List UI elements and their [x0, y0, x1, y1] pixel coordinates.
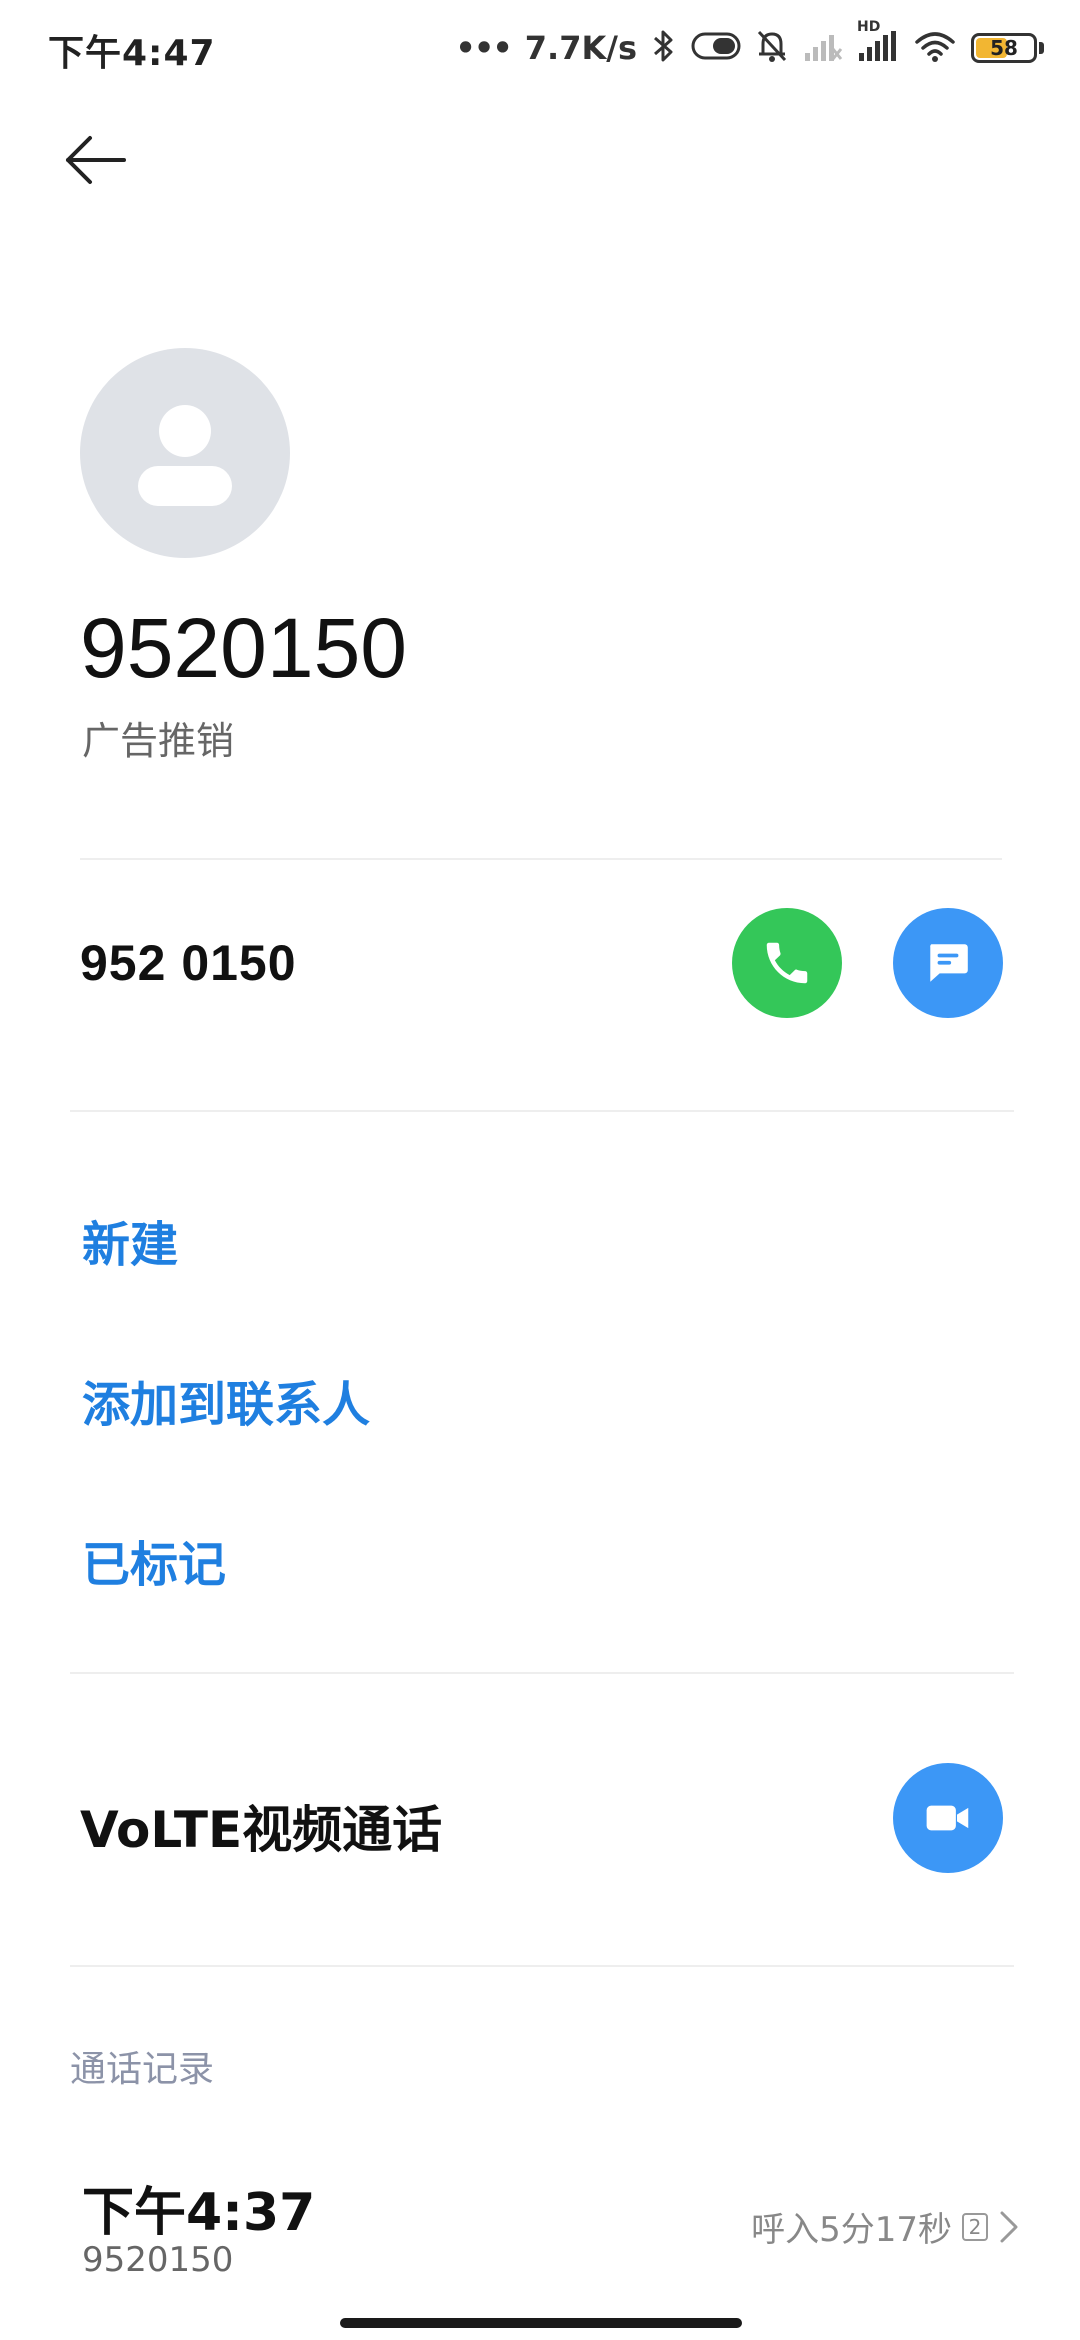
- battery-indicator: 58: [971, 33, 1044, 63]
- more-dots: •••: [455, 29, 512, 67]
- message-button[interactable]: [893, 908, 1003, 1018]
- hd-label: HD: [857, 19, 881, 35]
- home-indicator[interactable]: [340, 2318, 742, 2328]
- network-speed: 7.7K/s: [524, 29, 637, 67]
- chevron-right-icon: [1000, 2211, 1018, 2242]
- add-to-contacts-action[interactable]: 添加到联系人: [82, 1365, 370, 1435]
- call-log-detail: 呼入5分17秒: [751, 2210, 952, 2250]
- signal-weak-icon: [803, 29, 843, 67]
- divider: [70, 1965, 1014, 1967]
- call-log-number: 9520150: [82, 2240, 234, 2280]
- call-count-badge: 2: [962, 2212, 988, 2241]
- toggle-icon: [691, 31, 741, 65]
- status-time: 下午4:47: [48, 33, 216, 74]
- arrow-left-icon: [66, 136, 126, 184]
- contact-number-title: 9520150: [80, 601, 408, 695]
- status-bar: 下午4:47 ••• 7.7K/s HD 58: [0, 0, 1080, 96]
- video-camera-icon: [926, 1805, 969, 1831]
- phone-number[interactable]: 952 0150: [80, 934, 297, 992]
- marked-action[interactable]: 已标记: [82, 1525, 226, 1595]
- call-log-entry[interactable]: 呼入5分17秒 2: [751, 2202, 1020, 2251]
- phone-icon: [766, 942, 808, 984]
- divider: [80, 858, 1002, 860]
- battery-level: 58: [990, 36, 1018, 60]
- battery-cap: [1039, 42, 1044, 54]
- message-icon: [930, 944, 968, 982]
- mute-bell-icon: [755, 28, 789, 68]
- battery-icon: 58: [971, 33, 1037, 63]
- signal-hd-icon: HD: [857, 19, 899, 67]
- call-button[interactable]: [732, 908, 842, 1018]
- contact-avatar: [80, 348, 290, 558]
- status-icons: ••• 7.7K/s HD 58: [455, 19, 1044, 72]
- video-call-button[interactable]: [893, 1763, 1003, 1873]
- new-contact-action[interactable]: 新建: [82, 1205, 178, 1275]
- volte-video-call-label: VoLTE视频通话: [80, 1801, 443, 1859]
- divider: [70, 1672, 1014, 1674]
- bluetooth-icon: [651, 28, 677, 68]
- wifi-icon: [913, 28, 957, 68]
- back-button[interactable]: [60, 130, 140, 200]
- call-log-time: 下午4:37: [82, 2183, 316, 2243]
- divider: [70, 1110, 1014, 1112]
- call-log-header: 通话记录: [70, 2049, 215, 2090]
- contact-tag: 广告推销: [82, 719, 235, 763]
- person-icon: [138, 405, 232, 506]
